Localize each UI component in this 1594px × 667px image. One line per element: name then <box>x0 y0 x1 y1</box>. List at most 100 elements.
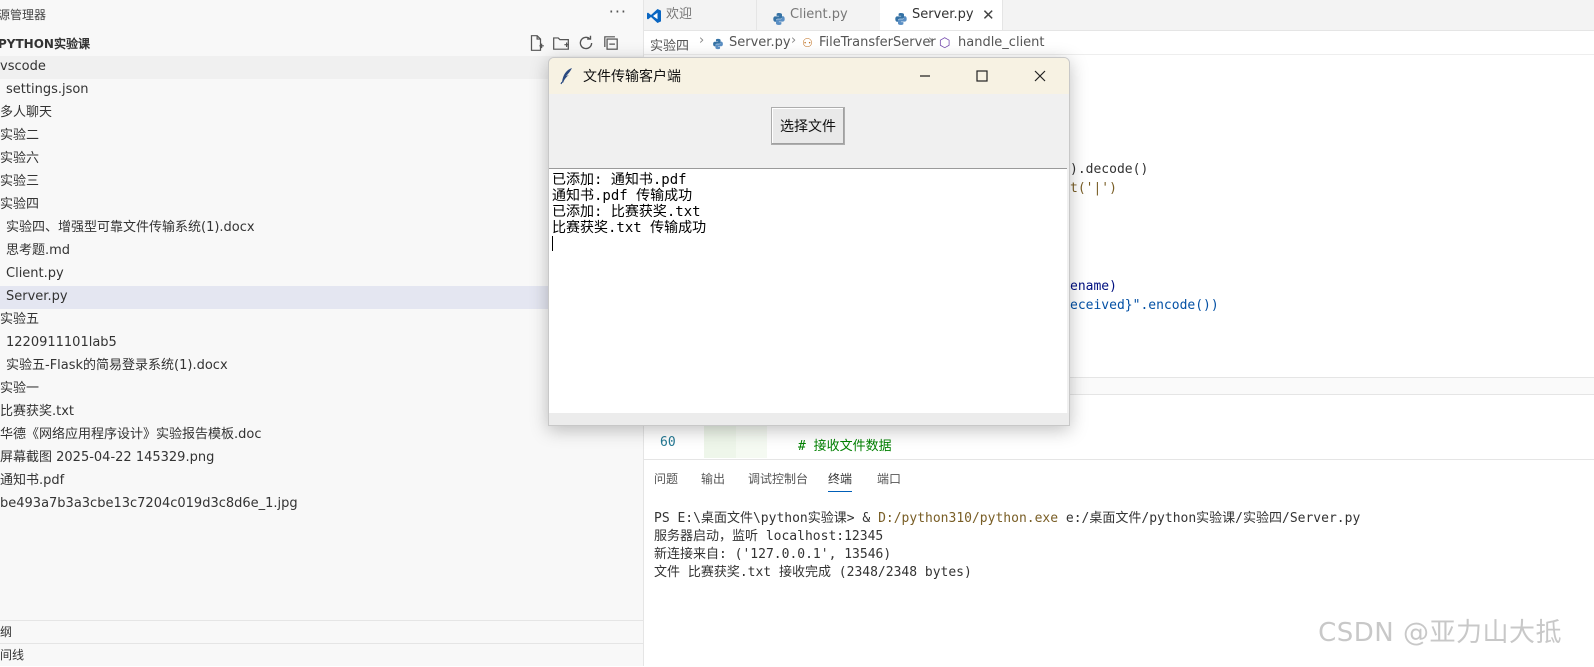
code-line[interactable]: t('|') <box>1070 181 1117 196</box>
file-tree-item[interactable]: 实验三 <box>0 171 643 194</box>
vscode-icon <box>646 6 662 23</box>
file-tree-item-label: 1220911101lab5 <box>6 335 117 350</box>
close-icon[interactable]: ✕ <box>982 0 995 30</box>
file-tree-item[interactable]: 通知书.pdf <box>0 470 643 493</box>
terminal-command-line: PS E:\桌面文件\python实验课> & D:/python310/pyt… <box>654 510 1360 528</box>
breadcrumb-method[interactable]: handle_client <box>958 35 1045 50</box>
tab-debug-console[interactable]: 调试控制台 <box>748 470 808 487</box>
editor-tab-bar: 欢迎 Client.py Server.py ✕ <box>644 0 1594 31</box>
file-tree-item-label: 多人聊天 <box>0 105 53 120</box>
terminal-exe-path: D:/python310/python.exe <box>878 511 1059 526</box>
tab-server-py[interactable]: Server.py ✕ <box>880 0 1003 30</box>
file-tree-item[interactable]: 实验四、增强型可靠文件传输系统(1).docx <box>0 217 643 240</box>
class-symbol-icon: ⚇ <box>802 36 813 50</box>
tab-output[interactable]: 输出 <box>701 470 725 487</box>
file-tree-item[interactable]: 实验六 <box>0 148 643 171</box>
file-tree-item[interactable]: Client.py <box>0 263 643 286</box>
file-tree-item-label: 华德《网络应用程序设计》实验报告模板.doc <box>0 427 262 442</box>
tab-client-py[interactable]: Client.py <box>756 0 881 30</box>
file-tree-item[interactable]: 思考题.md <box>0 240 643 263</box>
terminal-line: 新连接来自: ('127.0.0.1', 13546) <box>654 547 892 562</box>
minimize-icon[interactable] <box>911 64 939 88</box>
terminal-line: 服务器启动，监听 localhost:12345 <box>654 529 884 544</box>
file-tree-item[interactable]: 实验一 <box>0 378 643 401</box>
new-folder-icon[interactable] <box>552 34 570 52</box>
code-line[interactable]: eceived}".encode()) <box>1070 298 1219 313</box>
python-icon <box>894 8 908 25</box>
workspace-folder-title: PYTHON实验课 <box>0 37 90 51</box>
transfer-log-textbox[interactable]: 已添加: 通知书.pdf 通知书.pdf 传输成功 已添加: 比赛获奖.txt … <box>549 168 1067 413</box>
tab-label: Client.py <box>790 7 848 22</box>
workspace-folder-header[interactable]: PYTHON实验课 <box>0 32 643 54</box>
file-tree-item-label: Client.py <box>6 266 64 281</box>
file-tree-item[interactable]: be493a7b3a3cbe13c7204c019d3c8d6e_1.jpg <box>0 493 643 516</box>
new-file-icon[interactable] <box>527 34 545 52</box>
outline-section-header[interactable]: 纲 <box>0 620 643 643</box>
code-comment[interactable]: # 接收文件数据 <box>798 435 892 454</box>
explorer-header: 源管理器 ··· <box>0 2 643 26</box>
file-tree-item-label: 实验五 <box>0 312 40 327</box>
file-tree-item[interactable]: vscode <box>0 56 643 79</box>
collapse-all-icon[interactable] <box>602 34 620 52</box>
breadcrumb-folder[interactable]: 实验四 <box>650 35 689 54</box>
file-tree-item-label: vscode <box>0 59 46 74</box>
code-text: eceived}".encode()) <box>1070 298 1219 313</box>
select-file-button[interactable]: 选择文件 <box>771 107 845 145</box>
file-tree-item-label: 实验四、增强型可靠文件传输系统(1).docx <box>6 220 255 235</box>
window-title: 文件传输客户端 <box>583 69 681 85</box>
terminal-output[interactable]: PS E:\桌面文件\python实验课> & D:/python310/pyt… <box>654 510 1360 582</box>
tab-terminal[interactable]: 终端 <box>828 470 853 492</box>
tk-feather-icon <box>559 67 575 85</box>
file-tree-item[interactable]: 1220911101lab5 <box>0 332 643 355</box>
file-tree-item-label: 比赛获奖.txt <box>0 404 75 419</box>
maximize-icon[interactable] <box>968 64 996 88</box>
python-icon <box>772 8 786 25</box>
tab-ports[interactable]: 端口 <box>877 470 901 487</box>
file-tree-item-label: 屏幕截图 2025-04-22 145329.png <box>0 450 215 465</box>
tab-label: 欢迎 <box>666 7 693 22</box>
method-symbol-icon: ⬡ <box>939 36 951 51</box>
tab-problems[interactable]: 问题 <box>654 470 678 487</box>
breadcrumb-class[interactable]: FileTransferServer <box>819 35 936 50</box>
line-number: 60 <box>660 435 676 450</box>
file-tree-item[interactable]: 多人聊天 <box>0 102 643 125</box>
file-tree-item[interactable]: 屏幕截图 2025-04-22 145329.png <box>0 447 643 470</box>
file-tree-item-label: 实验四 <box>0 197 40 212</box>
log-line: 已添加: 比赛获奖.txt <box>552 204 701 220</box>
close-icon[interactable] <box>1026 64 1054 88</box>
file-tree-item-label: 思考题.md <box>6 243 71 258</box>
file-tree-item[interactable]: 实验五 <box>0 309 643 332</box>
log-line: 通知书.pdf 传输成功 <box>552 188 693 204</box>
more-actions-icon[interactable]: ··· <box>609 2 627 21</box>
window-titlebar[interactable]: 文件传输客户端 <box>549 58 1069 94</box>
window-bottom-strip <box>549 413 1069 425</box>
tab-welcome[interactable]: 欢迎 <box>644 0 757 30</box>
file-tree-item[interactable]: 比赛获奖.txt <box>0 401 643 424</box>
refresh-icon[interactable] <box>577 34 595 52</box>
breadcrumb: 实验四 › Server.py › ⚇ FileTransferServer ›… <box>644 32 1594 55</box>
file-tree-item-label: be493a7b3a3cbe13c7204c019d3c8d6e_1.jpg <box>0 496 298 511</box>
code-text: ).decode() <box>1070 162 1149 177</box>
breadcrumb-file[interactable]: Server.py <box>729 35 791 50</box>
file-tree-item[interactable]: settings.json <box>0 79 643 102</box>
chevron-right-icon: › <box>928 33 934 48</box>
file-transfer-client-window: 文件传输客户端 选择文件 已添加: 通知书.pdf 通知书.pdf 传输成功 已… <box>548 57 1070 426</box>
log-line: 比赛获奖.txt 传输成功 <box>552 220 707 236</box>
python-icon <box>712 38 724 50</box>
watermark: CSDN @亚力山大抵 <box>1318 618 1562 648</box>
code-line[interactable]: ename) <box>1070 279 1117 294</box>
file-tree: vscode settings.json 多人聊天实验二实验六 实验三实验四实验四、增… <box>0 56 643 516</box>
timeline-section-header[interactable]: 间线 <box>0 643 643 666</box>
file-tree-item[interactable]: 实验五-Flask的简易登录系统(1).docx <box>0 355 643 378</box>
file-tree-item-label: 实验二 <box>0 128 40 143</box>
file-tree-item[interactable]: 实验二 <box>0 125 643 148</box>
file-tree-item-label: Server.py <box>6 289 68 304</box>
code-line[interactable]: ).decode() <box>1070 162 1148 177</box>
file-tree-item[interactable]: 华德《网络应用程序设计》实验报告模板.doc <box>0 424 643 447</box>
file-tree-item[interactable]: 实验四 <box>0 194 643 217</box>
file-tree-item-label: 实验一 <box>0 381 40 396</box>
file-tree-item[interactable]: Server.py <box>0 286 643 309</box>
code-text: t('|') <box>1070 181 1117 196</box>
file-tree-item-label: settings.json <box>6 82 89 97</box>
code-text: ename) <box>1070 279 1117 294</box>
